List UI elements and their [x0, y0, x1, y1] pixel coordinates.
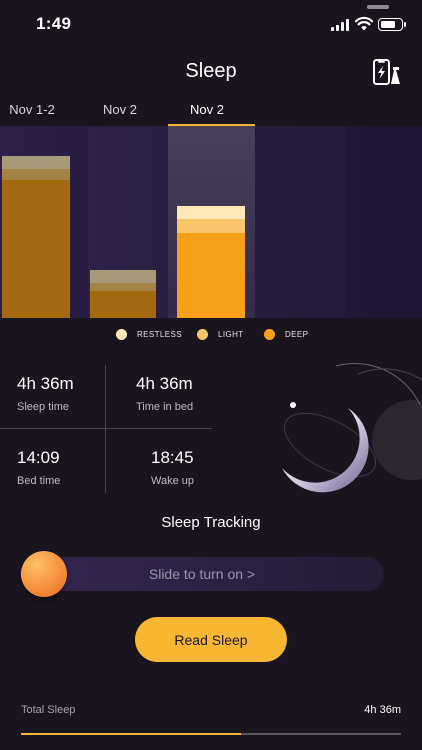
sleep-tracking-slider[interactable]: Slide to turn on >: [20, 557, 384, 591]
status-time: 1:49: [36, 14, 72, 33]
total-sleep-progress: [21, 733, 401, 735]
stat-value: 18:45: [151, 448, 194, 467]
legend-label: RESTLESS: [137, 329, 182, 339]
chart-bar-light: [90, 282, 156, 291]
chart-bar-restless: [2, 156, 70, 170]
legend-dot-light: [197, 328, 208, 340]
page-title: Sleep: [185, 60, 237, 82]
stat-time-in-bed: 4h 36m Time in bed: [136, 374, 193, 413]
chart-legend: RESTLESS LIGHT DEEP: [0, 326, 422, 342]
sleep-stats: 4h 36m Sleep time 4h 36m Time in bed 14:…: [0, 365, 212, 493]
stat-value: 4h 36m: [17, 374, 74, 393]
stat-label: Sleep time: [17, 401, 69, 413]
chart-bar-deep: [90, 290, 156, 318]
legend-label: LIGHT: [218, 329, 244, 339]
phone-lightning-icon[interactable]: [372, 58, 402, 86]
stats-divider: [0, 428, 212, 429]
total-sleep-progress-fill: [21, 733, 242, 735]
tab-nov-1-2[interactable]: Nov 1-2: [0, 102, 76, 117]
slider-label: Slide to turn on >: [148, 566, 256, 582]
legend-item-deep: DEEP: [264, 326, 308, 342]
legend-label: DEEP: [285, 329, 309, 339]
wifi-icon: [355, 16, 373, 31]
total-sleep-value: 4h 36m: [364, 704, 401, 716]
tab-nov-2-selected[interactable]: Nov 2: [163, 102, 251, 117]
chart-bar-restless: [90, 270, 156, 283]
legend-dot-deep: [264, 328, 275, 340]
tab-nov-2[interactable]: Nov 2: [76, 102, 164, 117]
chart-bar-light: [177, 218, 245, 234]
chart-bar-deep: [2, 180, 70, 318]
battery-icon: [378, 18, 406, 31]
stat-wake-up: 18:45 Wake up: [151, 448, 194, 487]
chart-bar-restless: [177, 206, 245, 219]
legend-dot-restless: [116, 328, 127, 340]
stat-bed-time: 14:09 Bed time: [17, 448, 60, 487]
moon-illustration: [282, 363, 422, 493]
stat-label: Wake up: [151, 475, 195, 487]
status-bar: 1:49: [0, 0, 422, 50]
stat-value: 4h 36m: [136, 374, 193, 393]
legend-item-light: LIGHT: [197, 326, 244, 342]
stat-value: 14:09: [17, 448, 60, 467]
read-sleep-button[interactable]: Read Sleep: [135, 617, 287, 662]
chart-bar-light: [2, 169, 70, 181]
legend-item-restless: RESTLESS: [116, 326, 182, 342]
chart-column-bg: [255, 126, 345, 318]
slider-knob[interactable]: [21, 551, 67, 597]
camera-indicator: [367, 5, 389, 9]
total-sleep-label: Total Sleep: [21, 704, 76, 716]
stat-sleep-time: 4h 36m Sleep time: [17, 374, 74, 413]
cellular-signal-icon: [331, 19, 349, 31]
chart-bar-deep: [177, 233, 245, 318]
date-tabs: Nov 1-2 Nov 2 Nov 2: [0, 96, 422, 126]
stat-label: Time in bed: [136, 401, 194, 413]
stat-label: Bed time: [17, 475, 61, 487]
sleep-tracking-title: Sleep Tracking: [161, 514, 261, 531]
stats-divider: [105, 365, 106, 493]
sleep-chart: [0, 126, 422, 318]
